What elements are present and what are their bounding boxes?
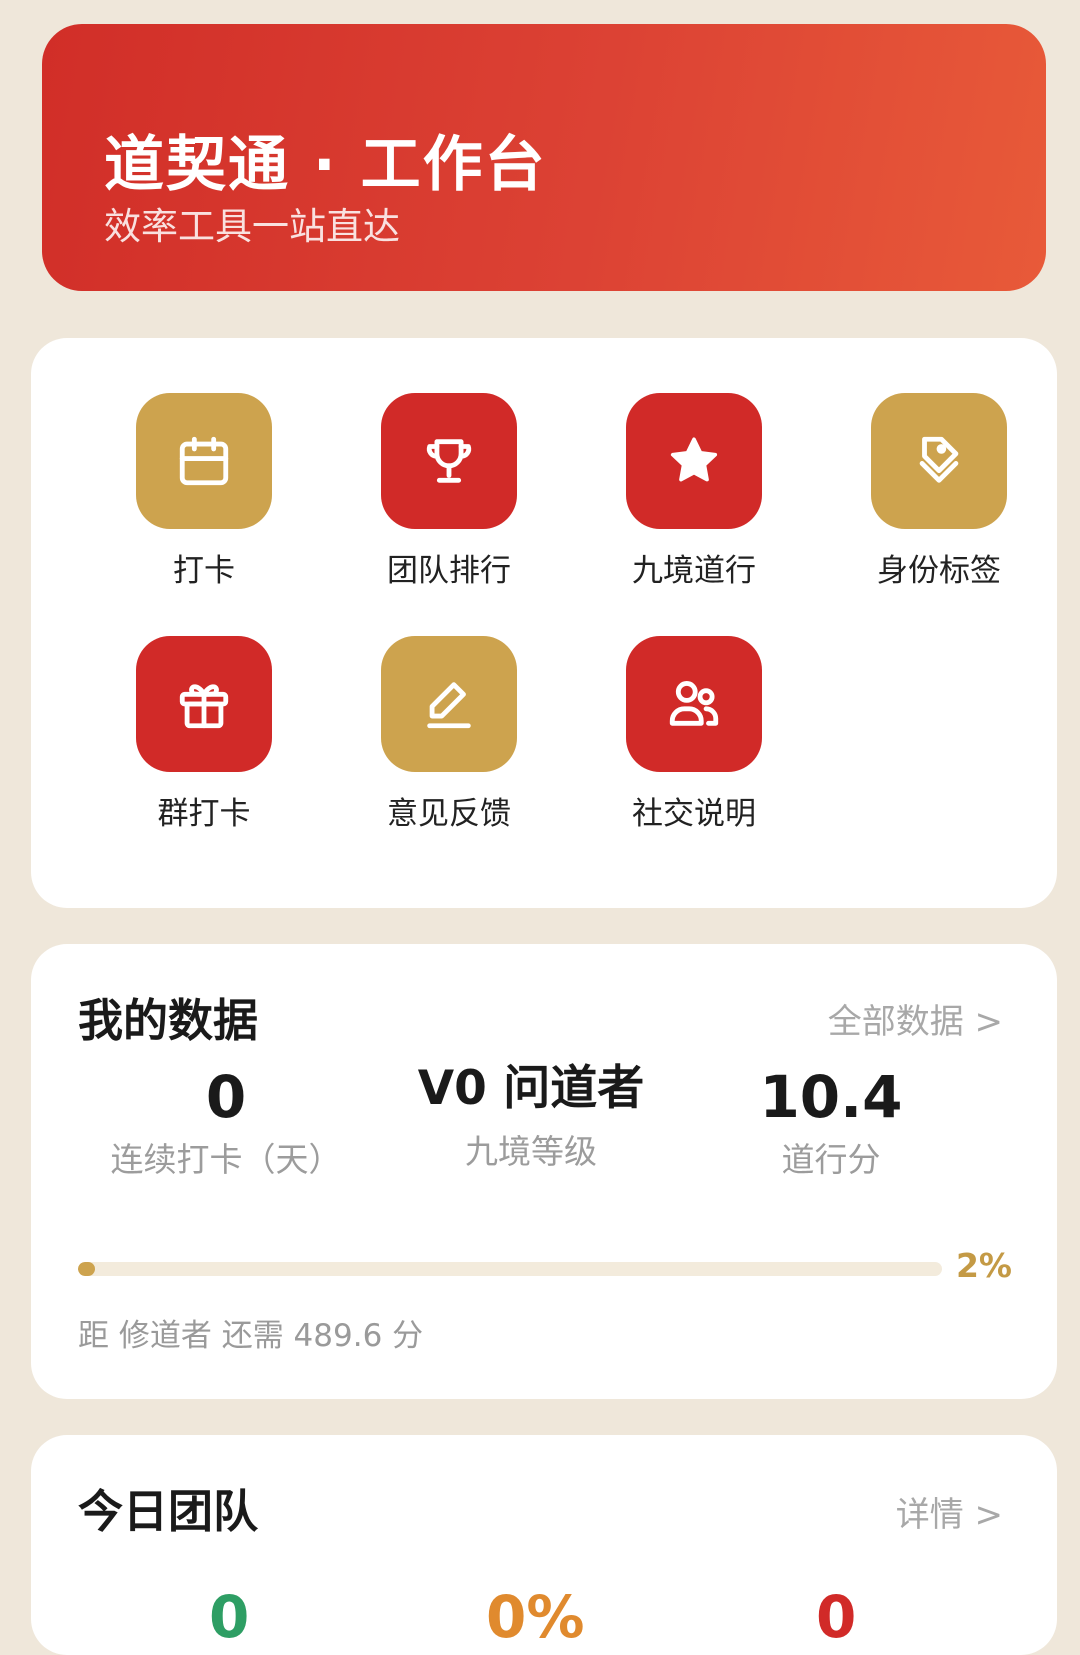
today-team-title: 今日团队 <box>78 1485 259 1538</box>
stat-label: 连续打卡（天） <box>110 1140 342 1179</box>
tool-checkin[interactable]: 打卡 <box>96 393 296 593</box>
team-details-link[interactable]: 详情 > <box>896 1487 1003 1536</box>
stat-streak: 0 连续打卡（天） <box>101 1062 351 1182</box>
level-progress-bar <box>78 1262 942 1276</box>
all-data-link[interactable]: 全部数据 > <box>828 994 1003 1043</box>
tool-social-guide[interactable]: 社交说明 <box>586 636 786 836</box>
tool-label: 身份标签 <box>877 553 1001 589</box>
team-stat-value: 0% <box>486 1583 585 1651</box>
team-stat-value: 0 <box>209 1583 250 1651</box>
tool-nine-realms[interactable]: 九境道行 <box>586 393 786 593</box>
stat-value: 10.4 <box>759 1063 903 1131</box>
tools-card: 打卡 团队排行 九境道行 身份标签 群打卡 意见反馈 社交说明 <box>31 338 1057 908</box>
my-data-card: 我的数据 全部数据 > 0 连续打卡（天） V0 问道者 九境等级 10.4 道… <box>31 944 1057 1399</box>
stat-score: 10.4 道行分 <box>731 1062 931 1182</box>
edit-icon <box>381 636 517 772</box>
tool-team-ranking[interactable]: 团队排行 <box>341 393 541 593</box>
team-stat-value: 0 <box>816 1583 857 1651</box>
page-title: 道契通 · 工作台 <box>104 130 547 200</box>
tool-label: 打卡 <box>173 553 235 589</box>
tool-label: 社交说明 <box>632 796 756 832</box>
stat-label: 九境等级 <box>465 1132 597 1171</box>
tool-feedback[interactable]: 意见反馈 <box>341 636 541 836</box>
stat-value: 0 <box>205 1063 247 1131</box>
tool-label: 意见反馈 <box>387 796 511 832</box>
tool-label: 团队排行 <box>387 553 511 589</box>
calendar-icon <box>136 393 272 529</box>
tool-label: 九境道行 <box>632 553 756 589</box>
star-icon <box>626 393 762 529</box>
progress-note: 距 修道者 还需 489.6 分 <box>78 1318 424 1354</box>
tag-icon <box>871 393 1007 529</box>
page-subtitle: 效率工具一站直达 <box>104 205 400 248</box>
tool-label: 群打卡 <box>157 796 251 832</box>
stat-level: V0 问道者 九境等级 <box>386 1054 676 1174</box>
my-data-title: 我的数据 <box>78 994 259 1047</box>
tool-group-checkin[interactable]: 群打卡 <box>96 636 296 836</box>
gift-icon <box>136 636 272 772</box>
today-team-card: 今日团队 详情 > 0 0% 0 <box>31 1435 1057 1655</box>
header-banner: 道契通 · 工作台 效率工具一站直达 <box>42 24 1046 291</box>
level-progress-fill <box>78 1262 96 1276</box>
stat-label: 道行分 <box>781 1140 881 1179</box>
trophy-icon <box>381 393 517 529</box>
stat-value: V0 问道者 <box>417 1061 645 1116</box>
users-icon <box>626 636 762 772</box>
progress-percent: 2% <box>955 1246 1012 1285</box>
tool-identity-tag[interactable]: 身份标签 <box>831 393 1031 593</box>
